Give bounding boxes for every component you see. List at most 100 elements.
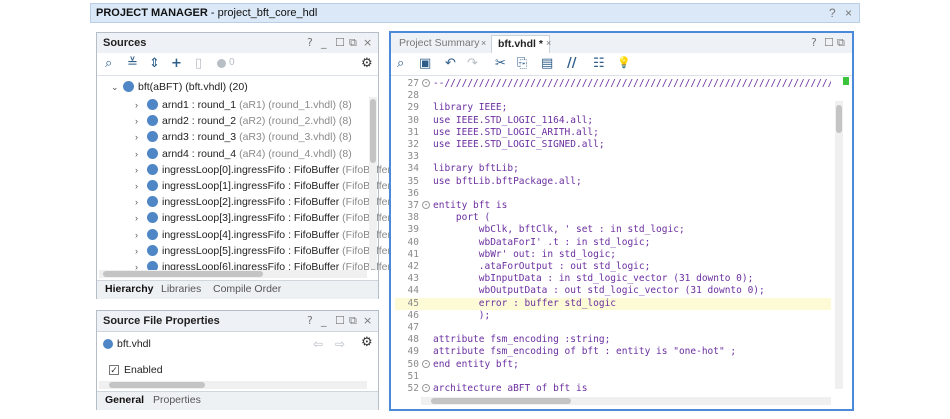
forward-icon[interactable]: ⇨ <box>335 337 345 351</box>
redo-icon[interactable]: ↷ <box>467 56 478 71</box>
maximize-button[interactable]: ☐ <box>335 36 345 49</box>
module-icon <box>147 180 158 191</box>
float-button[interactable]: ⧉ <box>349 314 357 328</box>
collapse-all-icon[interactable]: ≚ <box>127 56 138 71</box>
undo-icon[interactable]: ↶ <box>445 56 456 71</box>
chevron-right-icon[interactable]: › <box>135 113 145 129</box>
hscroll-thumb[interactable] <box>431 398 571 404</box>
editor-panel: Project Summary × bft.vhdl * × ? ☐ ⧉ ⌕ ▣… <box>389 31 854 411</box>
chevron-right-icon[interactable]: › <box>135 162 145 178</box>
gear-icon[interactable]: ⚙ <box>361 335 373 350</box>
save-icon[interactable]: ▣ <box>419 56 431 71</box>
hscroll-thumb[interactable] <box>109 382 205 388</box>
tree-item[interactable]: › ingressLoop[5].ingressFifo : FifoBuffer… <box>135 243 408 259</box>
close-panel-button[interactable]: × <box>363 36 372 49</box>
minimize-button[interactable]: _ <box>321 314 327 327</box>
enabled-checkbox[interactable]: ✓ <box>109 365 119 375</box>
tree-item[interactable]: › ingressLoop[3].ingressFifo : FifoBuffer… <box>135 210 408 226</box>
tree-root[interactable]: ⌄ bft(aBFT) (bft.vhdl) (20) <box>111 79 248 95</box>
chevron-right-icon[interactable]: › <box>135 97 145 113</box>
fold-icon[interactable]: - <box>422 201 430 209</box>
code-text: end entity bft; <box>433 358 519 370</box>
sources-hscroll[interactable] <box>99 270 367 278</box>
list-icon[interactable]: ☷ <box>593 56 605 71</box>
code-line: 50- end entity bft; <box>395 359 831 371</box>
help-button[interactable]: ? <box>829 6 836 20</box>
code-text: use IEEE.STD_LOGIC_1164.all; <box>433 114 594 126</box>
line-number: 32 <box>407 139 419 150</box>
sources-vscroll[interactable] <box>369 97 377 269</box>
add-icon[interactable]: + <box>171 56 182 71</box>
help-button[interactable]: ? <box>811 36 817 49</box>
paste-icon[interactable]: ▤ <box>541 56 553 71</box>
close-panel-button[interactable]: × <box>363 314 372 327</box>
line-number: 28 <box>407 90 419 102</box>
float-button[interactable]: ⧉ <box>349 36 357 50</box>
minimize-button[interactable]: _ <box>321 36 327 49</box>
hscroll-thumb[interactable] <box>103 271 263 277</box>
search-icon[interactable]: ⌕ <box>397 56 404 71</box>
code-line: 43 wbInputData : in std_logic_vector (31… <box>395 273 831 285</box>
maximize-button[interactable]: ☐ <box>824 36 834 49</box>
tab-properties[interactable]: Properties <box>153 394 201 406</box>
tab-compile-order[interactable]: Compile Order <box>213 283 281 295</box>
expand-all-icon[interactable]: ⇕ <box>149 56 160 71</box>
tree-item[interactable]: › arnd2 : round_2 (aR2) (round_2.vhdl) (8… <box>135 113 352 129</box>
tab-general[interactable]: General <box>105 394 144 406</box>
tab-project-summary[interactable]: Project Summary <box>393 35 486 52</box>
chevron-right-icon[interactable]: › <box>135 243 145 259</box>
lightbulb-icon[interactable]: 💡 <box>617 56 631 69</box>
tab-hierarchy[interactable]: Hierarchy <box>105 283 153 295</box>
props-hscroll[interactable] <box>99 381 367 389</box>
help-button[interactable]: ? <box>307 36 313 49</box>
editor-vscroll[interactable] <box>835 101 843 389</box>
chevron-down-icon[interactable]: ⌄ <box>111 79 121 95</box>
chevron-right-icon[interactable]: › <box>135 129 145 145</box>
chevron-right-icon[interactable]: › <box>135 210 145 226</box>
tree-item[interactable]: › ingressLoop[4].ingressFifo : FifoBuffer… <box>135 227 408 243</box>
module-icon <box>147 131 158 143</box>
gear-icon[interactable]: ⚙ <box>361 56 373 71</box>
tab-libraries[interactable]: Libraries <box>161 283 201 295</box>
back-icon[interactable]: ⇦ <box>313 337 323 351</box>
code-text: library bftLib; <box>433 163 519 175</box>
code-text: ); <box>433 309 491 321</box>
tree-item-name: ingressLoop[3].ingressFifo : FifoBuffer <box>162 212 340 225</box>
tree-item[interactable]: › ingressLoop[1].ingressFifo : FifoBuffer… <box>135 178 408 194</box>
float-button[interactable]: ⧉ <box>837 36 845 50</box>
chevron-right-icon[interactable]: › <box>135 178 145 194</box>
tree-item[interactable]: › ingressLoop[2].ingressFifo : FifoBuffer… <box>135 194 408 210</box>
tree-item-name: ingressLoop[1].ingressFifo : FifoBuffer <box>162 180 340 192</box>
help-button[interactable]: ? <box>307 314 313 327</box>
code-line: 41 wbWr' out: in std_logic; <box>395 249 831 261</box>
search-icon[interactable]: ⌕ <box>105 56 112 71</box>
comment-icon[interactable]: // <box>567 56 577 71</box>
chevron-right-icon[interactable]: › <box>135 194 145 210</box>
close-button[interactable]: × <box>845 6 852 20</box>
vscroll-thumb[interactable] <box>370 99 376 163</box>
tab-close-icon[interactable]: × <box>481 38 486 48</box>
tab-close-icon[interactable]: × <box>546 38 551 48</box>
code-line: 35 use bftLib.bftPackage.all; <box>395 176 831 188</box>
line-number: 47 <box>407 322 419 333</box>
fold-icon[interactable]: - <box>422 384 430 392</box>
tab-bft-vhdl[interactable]: bft.vhdl * <box>491 35 550 53</box>
line-number: 50 <box>407 358 419 370</box>
fold-icon[interactable]: - <box>422 359 430 368</box>
tree-item[interactable]: › arnd4 : round_4 (aR4) (round_4.vhdl) (8… <box>135 146 352 162</box>
editor-hscroll[interactable] <box>421 397 831 405</box>
cut-icon[interactable]: ✂ <box>495 56 506 71</box>
copy-icon[interactable]: ⎘ <box>517 56 527 71</box>
chevron-right-icon[interactable]: › <box>135 146 145 162</box>
code-area[interactable]: 27- --///////////////////////////////////… <box>395 78 831 392</box>
tree-item[interactable]: › arnd1 : round_1 (aR1) (round_1.vhdl) (8… <box>135 97 352 113</box>
vscroll-thumb[interactable] <box>836 105 842 133</box>
tree-item[interactable]: › ingressLoop[0].ingressFifo : FifoBuffer… <box>135 162 408 178</box>
tree-item[interactable]: › arnd3 : round_3 (aR3) (round_3.vhdl) (8… <box>135 129 352 145</box>
fold-icon[interactable]: - <box>422 79 430 87</box>
maximize-button[interactable]: ☐ <box>335 314 345 327</box>
editor-toolbar: ⌕ ▣ ↶ ↷ ✂ ⎘ ▤ // ☷ 💡 <box>391 53 852 76</box>
line-number: 52 <box>407 383 419 392</box>
chevron-right-icon[interactable]: › <box>135 227 145 243</box>
file-icon[interactable]: ▯ <box>195 56 202 71</box>
